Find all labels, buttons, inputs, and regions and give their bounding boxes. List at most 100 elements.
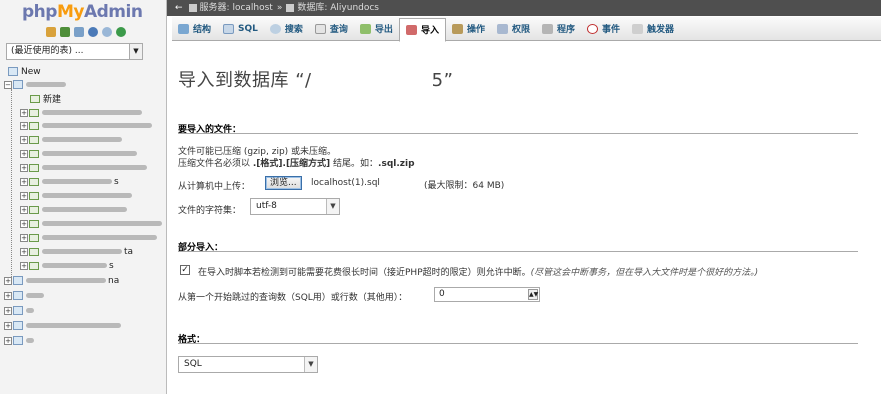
database-icon — [8, 67, 18, 76]
tab-structure[interactable]: 结构 — [172, 18, 217, 40]
tab-privileges[interactable]: 权限 — [491, 18, 536, 40]
docs-icon[interactable] — [88, 27, 98, 37]
expand-icon[interactable]: + — [4, 291, 12, 300]
expand-icon[interactable]: + — [4, 306, 12, 315]
selected-file-name: localhost(1).sql — [311, 178, 380, 188]
tree-database-item[interactable]: + — [4, 290, 46, 301]
tree-database-item[interactable]: + — [4, 305, 36, 316]
expand-icon[interactable]: + — [20, 233, 28, 242]
expand-icon[interactable]: + — [20, 108, 28, 117]
table-icon — [29, 121, 39, 130]
expand-icon[interactable]: + — [20, 135, 28, 144]
charset-label: 文件的字符集： — [178, 206, 242, 216]
triggers-icon — [632, 23, 644, 34]
tree-table-item[interactable]: + — [20, 204, 129, 215]
expand-icon[interactable]: + — [20, 149, 28, 158]
routines-icon — [541, 23, 553, 34]
tab-sql[interactable]: SQL — [217, 18, 264, 40]
tree-table-item[interactable]: + ta — [20, 246, 133, 257]
tab-search[interactable]: 搜索 — [264, 18, 309, 40]
tab-triggers[interactable]: 触发器 — [626, 18, 680, 40]
table-icon — [29, 233, 39, 242]
tree-database-item[interactable]: + na — [4, 275, 119, 286]
allow-interrupt-checkbox[interactable]: ✓ — [180, 265, 190, 275]
expand-icon[interactable]: + — [4, 276, 12, 285]
skip-queries-input[interactable]: 0 ▲▼ — [434, 287, 540, 302]
quick-links — [46, 27, 126, 39]
tree-new-database[interactable]: New — [8, 66, 41, 77]
tab-routines[interactable]: 程序 — [536, 18, 581, 40]
expand-icon[interactable]: + — [20, 191, 28, 200]
tree-table-item[interactable]: + — [20, 218, 164, 229]
expand-icon[interactable]: + — [20, 177, 28, 186]
expand-icon[interactable]: + — [4, 336, 12, 345]
breadcrumb-server[interactable]: 服务器: localhost — [200, 0, 273, 16]
spinner-icon[interactable]: ▲▼ — [528, 289, 538, 300]
table-icon — [29, 177, 39, 186]
privileges-icon — [496, 23, 508, 34]
format-select[interactable]: SQL ▼ — [178, 356, 318, 373]
tree-table-item[interactable]: + s — [20, 176, 119, 187]
chevron-down-icon: ▼ — [304, 357, 317, 372]
breadcrumb: ← 服务器: localhost » 数据库: Aliyundocs — [167, 0, 881, 16]
search-icon — [269, 23, 281, 34]
allow-interrupt-label: 在导入时脚本若检测到可能需要花费很长时间（接近PHP超时的限定）则允许中断。(尽… — [198, 268, 759, 278]
phpmyadmin-logo[interactable]: phpMyAdmin — [22, 2, 143, 22]
tree-table-item[interactable]: + — [20, 107, 144, 118]
tab-events[interactable]: 事件 — [581, 18, 626, 40]
table-icon — [29, 135, 39, 144]
charset-select[interactable]: utf-8 ▼ — [250, 198, 340, 215]
expand-icon[interactable]: + — [20, 205, 28, 214]
collapse-left-icon[interactable]: ← — [175, 0, 183, 16]
tree-database-item[interactable]: + — [4, 320, 123, 331]
tab-operations[interactable]: 操作 — [446, 18, 491, 40]
home-icon[interactable] — [46, 27, 56, 37]
expand-icon[interactable]: + — [20, 261, 28, 270]
database-icon — [13, 336, 23, 345]
database-icon — [13, 276, 23, 285]
skip-queries-label: 从第一个开始跳过的查询数（SQL用）或行数（其他用）： — [178, 293, 408, 303]
expand-icon[interactable]: + — [20, 121, 28, 130]
recent-tables-select[interactable]: (最近使用的表) ... ▼ — [6, 43, 143, 60]
database-icon — [13, 306, 23, 315]
tree-table-item[interactable]: + — [20, 134, 124, 145]
sql-icon — [223, 23, 235, 34]
breadcrumb-database[interactable]: 数据库: Aliyundocs — [297, 0, 379, 16]
expand-icon[interactable]: + — [20, 247, 28, 256]
table-icon — [29, 149, 39, 158]
tree-database-current[interactable]: − — [4, 79, 68, 90]
tab-query[interactable]: 查询 — [309, 18, 354, 40]
tree-table-item[interactable]: + — [20, 190, 134, 201]
clock-icon — [587, 23, 598, 34]
structure-icon — [178, 23, 189, 34]
export-icon — [359, 23, 371, 34]
table-icon — [29, 191, 39, 200]
browse-button[interactable]: 浏览... — [265, 176, 302, 190]
tree-database-item[interactable]: + — [4, 335, 36, 346]
logout-icon[interactable] — [60, 27, 70, 37]
table-icon — [29, 247, 39, 256]
page-title: 导入到数据库 “/5” — [178, 70, 454, 91]
tree-table-item[interactable]: + — [20, 148, 139, 159]
expand-icon[interactable]: + — [4, 321, 12, 330]
tree-table-item[interactable]: + s — [20, 260, 114, 271]
reload-icon[interactable] — [116, 27, 126, 37]
query-window-icon[interactable] — [74, 27, 84, 37]
expand-icon[interactable]: + — [20, 219, 28, 228]
navigation-sidebar: phpMyAdmin (最近使用的表) ... ▼ New − 新建 + + +… — [0, 0, 167, 394]
collapse-icon[interactable]: − — [4, 80, 12, 89]
tab-export[interactable]: 导出 — [354, 18, 399, 40]
database-icon — [13, 80, 23, 89]
chevron-down-icon: ▼ — [129, 44, 142, 59]
table-icon — [29, 108, 39, 117]
database-icon — [13, 321, 23, 330]
import-icon — [405, 24, 417, 35]
tree-new-table[interactable]: 新建 — [30, 93, 61, 105]
tree-table-item[interactable]: + — [20, 162, 149, 173]
tree-table-item[interactable]: + — [20, 232, 159, 243]
sql-docs-icon[interactable] — [102, 27, 112, 37]
tab-import[interactable]: 导入 — [398, 17, 446, 42]
expand-icon[interactable]: + — [20, 163, 28, 172]
tree-table-item[interactable]: + — [20, 120, 154, 131]
table-icon — [29, 219, 39, 228]
